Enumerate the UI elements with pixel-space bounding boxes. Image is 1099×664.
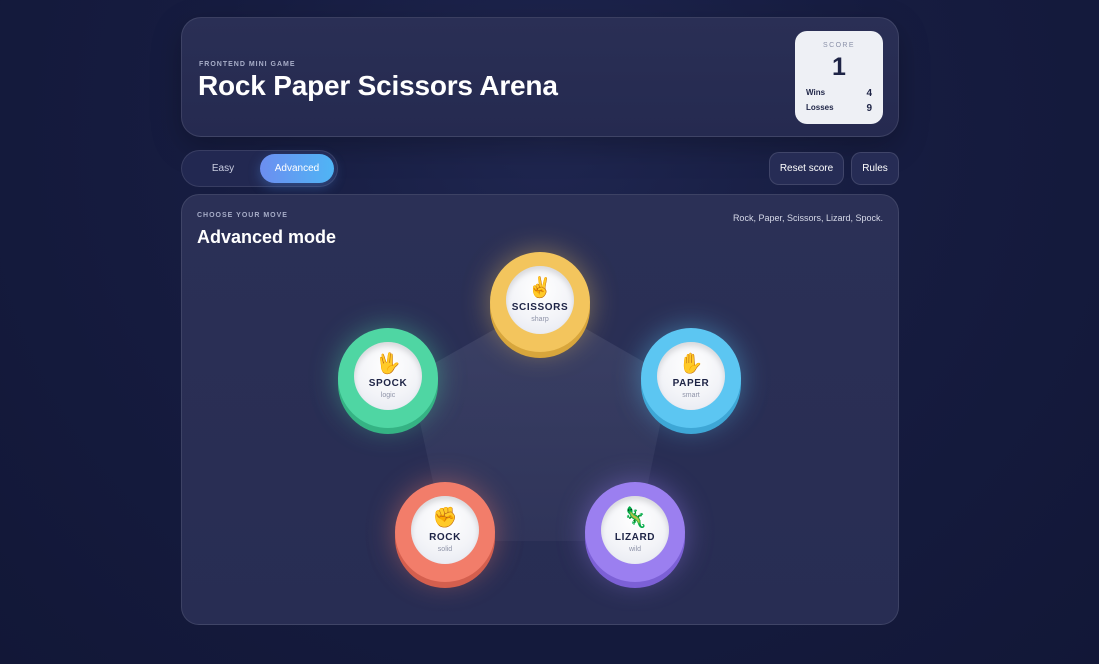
rock-label: ROCK bbox=[429, 532, 461, 543]
rules-button[interactable]: Rules bbox=[851, 152, 899, 185]
arena-hint: Rock, Paper, Scissors, Lizard, Spock. bbox=[732, 213, 883, 223]
scissors-sublabel: sharp bbox=[531, 316, 549, 323]
wins-row: Wins 4 bbox=[806, 88, 872, 99]
move-lizard-button[interactable]: 🦎 LIZARD wild bbox=[585, 482, 685, 582]
losses-label: Losses bbox=[806, 103, 834, 112]
mode-toggle: Easy Advanced bbox=[181, 150, 338, 187]
move-spock-button[interactable]: 🖖 SPOCK logic bbox=[338, 328, 438, 428]
mode-advanced-button[interactable]: Advanced bbox=[260, 154, 334, 183]
spock-sublabel: logic bbox=[380, 392, 396, 399]
paper-hand-icon: ✋ bbox=[678, 351, 704, 375]
spock-face: 🖖 SPOCK logic bbox=[354, 342, 422, 410]
lizard-face: 🦎 LIZARD wild bbox=[601, 496, 669, 564]
reset-score-button[interactable]: Reset score bbox=[769, 152, 844, 185]
paper-face: ✋ PAPER smart bbox=[657, 342, 725, 410]
rock-sublabel: solid bbox=[437, 546, 453, 553]
lizard-label: LIZARD bbox=[614, 532, 656, 543]
wins-count: 4 bbox=[866, 88, 872, 99]
header-eyebrow: FRONTEND MINI GAME bbox=[199, 61, 296, 68]
score-panel: SCORE 1 Wins 4 Losses 9 bbox=[795, 31, 883, 124]
scissors-hand-icon: ✌️ bbox=[527, 275, 553, 299]
mode-easy-button[interactable]: Easy bbox=[186, 154, 260, 183]
spock-hand-icon: 🖖 bbox=[375, 351, 401, 375]
rock-face: ✊ ROCK solid bbox=[411, 496, 479, 564]
score-value: 1 bbox=[832, 53, 846, 81]
losses-count: 9 bbox=[866, 103, 872, 114]
header-card: FRONTEND MINI GAME Rock Paper Scissors A… bbox=[181, 17, 899, 137]
wins-label: Wins bbox=[806, 88, 826, 97]
score-label: SCORE bbox=[823, 42, 855, 49]
move-scissors-button[interactable]: ✌️ SCISSORS sharp bbox=[490, 252, 590, 352]
arena-title: Advanced mode bbox=[197, 227, 337, 247]
move-rock-button[interactable]: ✊ ROCK solid bbox=[395, 482, 495, 582]
page-title: Rock Paper Scissors Arena bbox=[198, 70, 558, 101]
move-paper-button[interactable]: ✋ PAPER smart bbox=[641, 328, 741, 428]
spock-label: SPOCK bbox=[368, 378, 408, 389]
paper-sublabel: smart bbox=[682, 392, 700, 399]
arena-eyebrow: CHOOSE YOUR MOVE bbox=[197, 212, 288, 219]
lizard-icon: 🦎 bbox=[622, 505, 648, 529]
scissors-label: SCISSORS bbox=[511, 302, 569, 313]
scissors-face: ✌️ SCISSORS sharp bbox=[506, 266, 574, 334]
lizard-sublabel: wild bbox=[628, 546, 642, 553]
rock-fist-icon: ✊ bbox=[432, 505, 458, 529]
losses-row: Losses 9 bbox=[806, 103, 872, 114]
paper-label: PAPER bbox=[672, 378, 710, 389]
